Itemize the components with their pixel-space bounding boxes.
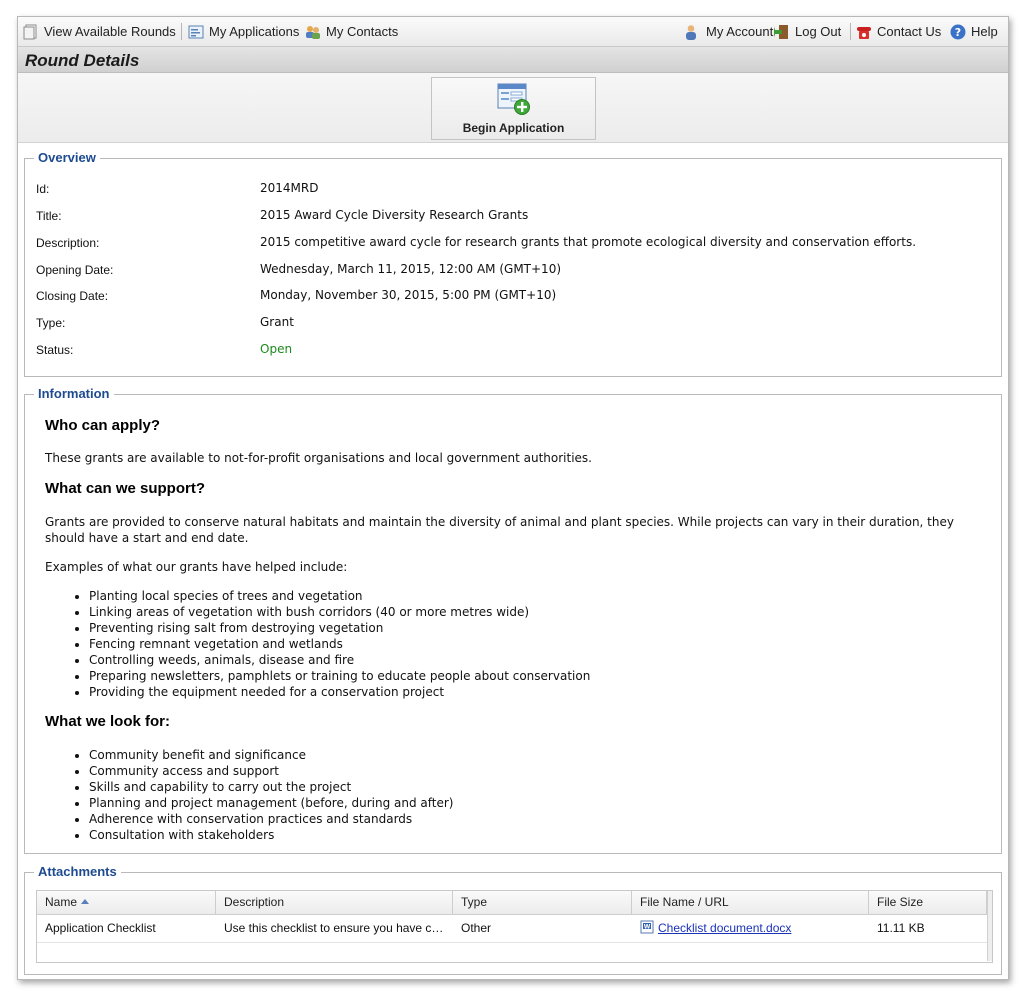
list-item: Adherence with conservation practices an… — [89, 811, 453, 827]
door-exit-icon — [773, 24, 790, 40]
list-item: Fencing remnant vegetation and wetlands — [89, 636, 590, 652]
closing-date-label: Closing Date: — [36, 289, 109, 303]
cell-type: Other — [461, 921, 492, 935]
nav-my-account[interactable]: My Account — [683, 24, 773, 40]
nav-label: Contact Us — [877, 24, 942, 39]
list-item: Preventing rising salt from destroying v… — [89, 620, 590, 636]
list-item: Providing the equipment needed for a con… — [89, 684, 590, 700]
list-item: Preparing newsletters, pamphlets or trai… — [89, 668, 590, 684]
word-document-icon: W — [640, 917, 654, 934]
cell-size: 11.11 KB — [877, 921, 925, 935]
toolbar: Begin Application — [18, 73, 1008, 143]
list-item: Community access and support — [89, 763, 453, 779]
what-we-look-for-heading: What we look for: — [45, 713, 170, 730]
examples-intro-text: Examples of what our grants have helped … — [45, 560, 348, 574]
nav-label: My Applications — [209, 24, 300, 39]
opening-date-label: Opening Date: — [36, 263, 114, 277]
title-value: 2015 Award Cycle Diversity Research Gran… — [260, 208, 529, 222]
attachments-section: Attachments Name Description Type File N… — [24, 864, 1002, 975]
nav-view-available-rounds[interactable]: View Available Rounds — [23, 24, 176, 40]
information-section: Information Who can apply? These grants … — [24, 386, 1002, 854]
id-value: 2014MRD — [260, 181, 319, 195]
list-item: Planting local species of trees and vege… — [89, 588, 590, 604]
title-bar: Round Details — [18, 47, 1008, 73]
file-download-link[interactable]: Checklist document.docx — [658, 921, 791, 935]
attachments-grid: Name Description Type File Name / URL Fi… — [36, 890, 993, 963]
grid-scrollbar[interactable] — [987, 891, 992, 961]
new-form-icon — [496, 82, 532, 116]
what-can-we-support-text: Grants are provided to conserve natural … — [45, 515, 954, 545]
page-title: Round Details — [25, 51, 140, 70]
column-header-file[interactable]: File Name / URL — [632, 891, 869, 914]
column-header-size[interactable]: File Size — [869, 891, 987, 914]
opening-date-value: Wednesday, March 11, 2015, 12:00 AM (GMT… — [260, 262, 562, 276]
top-nav-bar: View Available Rounds My Applications My… — [18, 17, 1008, 47]
table-row[interactable]: Application Checklist Use this checklist… — [37, 915, 987, 943]
begin-application-label: Begin Application — [462, 121, 565, 135]
list-item: Community benefit and significance — [89, 747, 453, 763]
nav-my-applications[interactable]: My Applications — [188, 24, 299, 40]
cell-name: Application Checklist — [45, 921, 156, 935]
round-details-window: View Available Rounds My Applications My… — [17, 16, 1009, 980]
list-item: Consultation with stakeholders — [89, 827, 453, 843]
description-label: Description: — [36, 236, 100, 250]
criteria-list: Community benefit and significance Commu… — [69, 747, 453, 843]
attachments-legend: Attachments — [34, 864, 121, 879]
nav-my-contacts[interactable]: My Contacts — [305, 24, 398, 40]
who-can-apply-heading: Who can apply? — [45, 417, 161, 434]
list-item: Skills and capability to carry out the p… — [89, 779, 453, 795]
nav-label: My Account — [706, 24, 774, 39]
description-value: 2015 competitive award cycle for researc… — [260, 235, 917, 249]
nav-label: Help — [971, 24, 998, 39]
nav-divider — [850, 23, 851, 40]
overview-legend: Overview — [34, 150, 100, 165]
nav-divider — [181, 23, 182, 40]
title-label: Title: — [36, 209, 62, 223]
status-label: Status: — [36, 343, 74, 357]
cell-description: Use this checklist to ensure you have c… — [224, 921, 444, 935]
sort-ascending-icon — [81, 899, 90, 904]
begin-application-button[interactable]: Begin Application — [431, 77, 596, 140]
nav-label: My Contacts — [326, 24, 399, 39]
user-icon — [683, 24, 699, 40]
pages-icon — [23, 24, 39, 40]
form-icon — [188, 24, 204, 40]
type-label: Type: — [36, 316, 66, 330]
svg-text:W: W — [644, 924, 651, 931]
svg-text:?: ? — [955, 26, 961, 39]
type-value: Grant — [260, 315, 294, 329]
grid-header: Name Description Type File Name / URL Fi… — [37, 891, 987, 915]
closing-date-value: Monday, November 30, 2015, 5:00 PM (GMT+… — [260, 288, 557, 302]
nav-help[interactable]: ? Help — [950, 24, 998, 40]
contacts-icon — [305, 24, 321, 40]
information-legend: Information — [34, 386, 114, 401]
overview-section: Overview Id: 2014MRD Title: 2015 Award C… — [24, 150, 1002, 377]
help-icon: ? — [950, 24, 966, 40]
list-item: Controlling weeds, animals, disease and … — [89, 652, 590, 668]
what-can-we-support-heading: What can we support? — [45, 480, 206, 497]
list-item: Linking areas of vegetation with bush co… — [89, 604, 590, 620]
id-label: Id: — [36, 182, 50, 196]
cell-file: W Checklist document.docx — [632, 915, 869, 942]
status-value: Open — [260, 342, 293, 356]
who-can-apply-text: These grants are available to not-for-pr… — [45, 451, 592, 465]
list-item: Planning and project management (before,… — [89, 795, 453, 811]
column-header-description[interactable]: Description — [216, 891, 453, 914]
telephone-icon — [856, 24, 872, 40]
examples-list: Planting local species of trees and vege… — [69, 588, 590, 700]
column-header-type[interactable]: Type — [453, 891, 632, 914]
nav-contact-us[interactable]: Contact Us — [856, 24, 941, 40]
column-header-name[interactable]: Name — [37, 891, 216, 914]
nav-label: View Available Rounds — [44, 24, 176, 39]
nav-log-out[interactable]: Log Out — [773, 24, 842, 40]
nav-label: Log Out — [795, 24, 842, 39]
